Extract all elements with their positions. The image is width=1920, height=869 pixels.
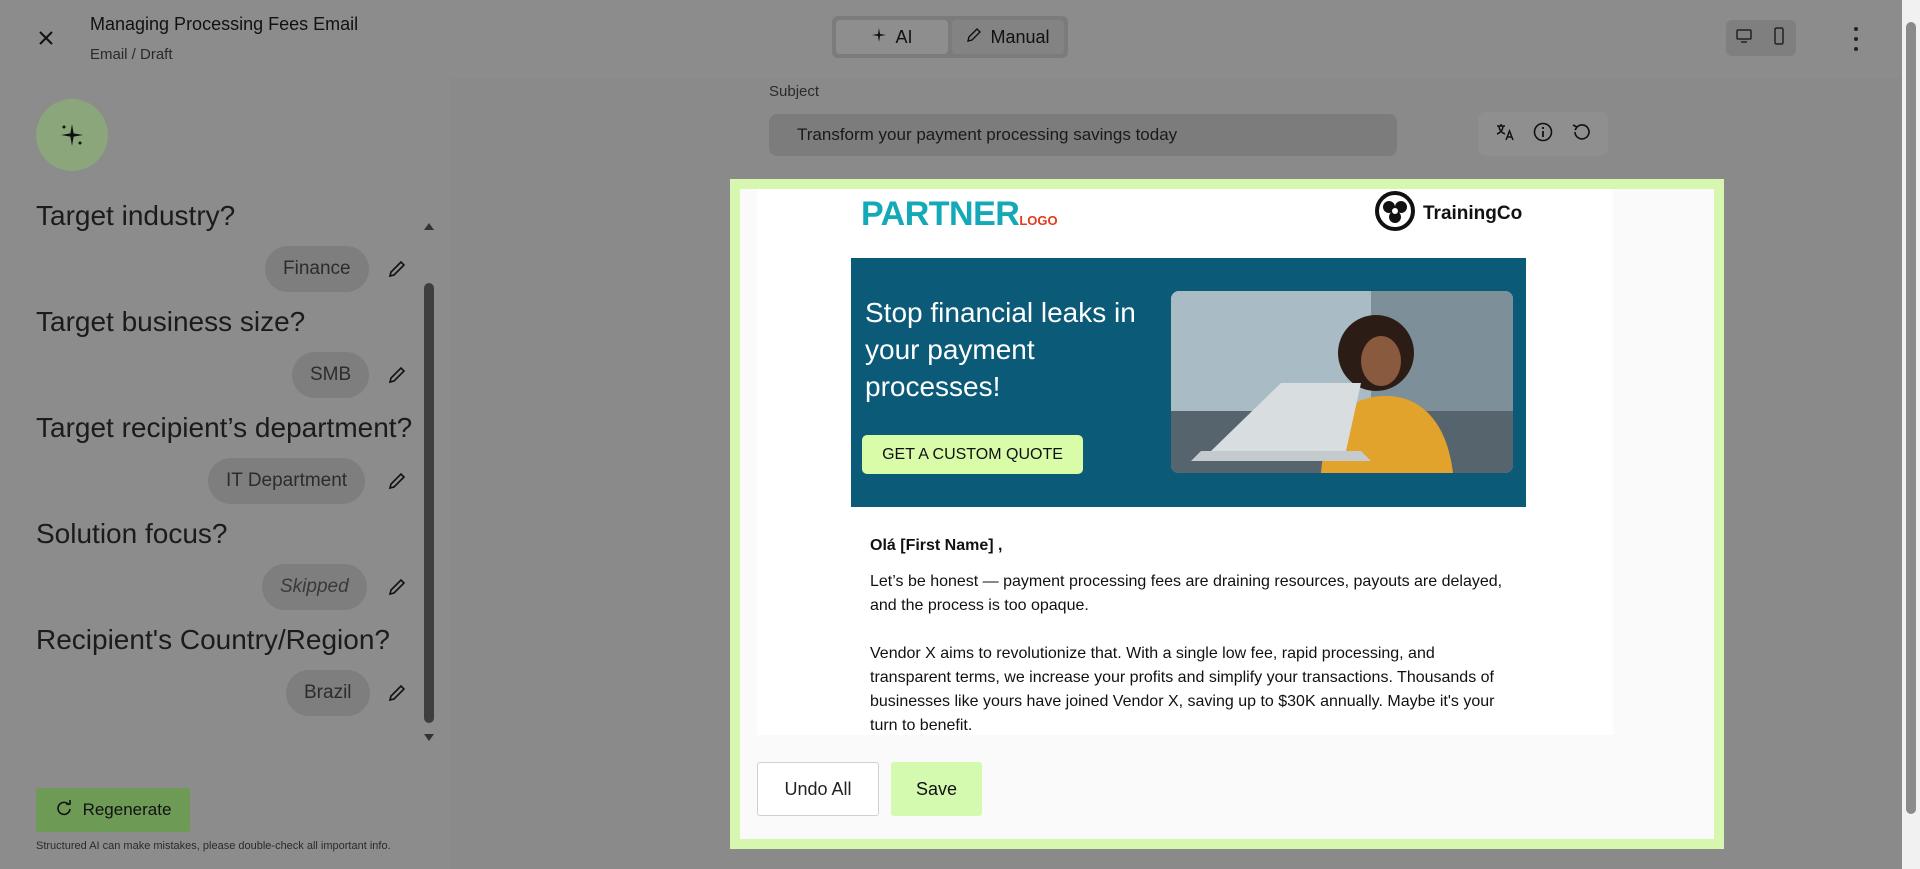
sidebar: Target industry? Finance Target business… bbox=[0, 78, 450, 869]
partner-logo-text: PARTNER bbox=[861, 195, 1020, 233]
question-list: Target industry? Finance Target business… bbox=[0, 200, 420, 730]
regenerate-button[interactable]: Regenerate bbox=[36, 788, 190, 832]
email-paragraph: Vendor X aims to revolutionize that. Wit… bbox=[870, 645, 1495, 734]
answer-chip: Finance bbox=[265, 246, 369, 292]
undo-all-button[interactable]: Undo All bbox=[757, 762, 879, 816]
manual-mode-button[interactable]: Manual bbox=[952, 20, 1064, 54]
question-item: Recipient's Country/Region? Brazil bbox=[0, 624, 420, 730]
page-scrollbar-thumb[interactable] bbox=[1906, 22, 1916, 814]
breadcrumb: Email / Draft bbox=[90, 46, 173, 63]
close-icon[interactable] bbox=[34, 26, 58, 50]
ai-assistant-icon bbox=[36, 99, 108, 171]
device-switch bbox=[1726, 20, 1796, 56]
question-label: Recipient's Country/Region? bbox=[36, 624, 390, 655]
email-preview[interactable]: PARTNERLOGO TrainingCo Stop financial le… bbox=[757, 189, 1613, 735]
hero-banner: Stop financial leaks in your payment pro… bbox=[851, 258, 1526, 507]
edit-pencil-icon[interactable] bbox=[386, 364, 408, 386]
pencil-icon bbox=[966, 27, 982, 48]
hero-title: Stop financial leaks in your payment pro… bbox=[865, 297, 1136, 402]
answer-chip-skipped: Skipped bbox=[262, 564, 367, 610]
partner-logo: PARTNERLOGO bbox=[861, 195, 1058, 234]
question-label: Target recipient’s department? bbox=[36, 412, 413, 443]
desktop-icon[interactable] bbox=[1735, 27, 1753, 50]
sparkle-icon bbox=[871, 27, 887, 48]
edit-pencil-icon[interactable] bbox=[386, 682, 408, 704]
save-button[interactable]: Save bbox=[891, 762, 982, 816]
hero-photo bbox=[1171, 291, 1513, 473]
question-label: Target business size? bbox=[36, 306, 306, 337]
question-item: Target recipient’s department? IT Depart… bbox=[0, 412, 420, 518]
page-scrollbar[interactable] bbox=[1902, 0, 1920, 869]
edit-pencil-icon[interactable] bbox=[386, 470, 408, 492]
edit-pencil-icon[interactable] bbox=[386, 258, 408, 280]
mode-switch: AI Manual bbox=[832, 16, 1068, 58]
email-paragraph: Let’s be honest — payment processing fee… bbox=[870, 573, 1503, 614]
question-label: Target industry? bbox=[36, 200, 236, 231]
email-editor-modal: PARTNERLOGO TrainingCo Stop financial le… bbox=[730, 179, 1724, 849]
mobile-icon[interactable] bbox=[1770, 26, 1788, 50]
brand-name: TrainingCo bbox=[1423, 203, 1523, 224]
ai-mode-label: AI bbox=[895, 26, 913, 47]
sidebar-scrollbar-thumb[interactable] bbox=[424, 283, 434, 723]
subject-input[interactable]: Transform your payment processing saving… bbox=[769, 114, 1397, 156]
history-icon[interactable] bbox=[1570, 121, 1592, 148]
email-greeting: Olá [First Name] , bbox=[870, 537, 1003, 554]
edit-pencil-icon[interactable] bbox=[386, 576, 408, 598]
more-options-icon[interactable] bbox=[1848, 24, 1864, 54]
refresh-icon bbox=[55, 799, 73, 822]
question-item: Target industry? Finance bbox=[0, 200, 420, 306]
answer-chip: Brazil bbox=[286, 670, 370, 716]
info-icon[interactable] bbox=[1532, 121, 1554, 148]
answer-chip: IT Department bbox=[208, 458, 366, 504]
question-label: Solution focus? bbox=[36, 518, 228, 549]
scroll-up-arrow-icon[interactable] bbox=[423, 218, 435, 230]
answer-chip: SMB bbox=[292, 352, 370, 398]
brand-logo: TrainingCo bbox=[1373, 189, 1522, 239]
page-title: Managing Processing Fees Email bbox=[90, 14, 359, 34]
ai-disclaimer: Structured AI can make mistakes, please … bbox=[36, 840, 391, 852]
manual-mode-label: Manual bbox=[990, 26, 1050, 47]
partner-logo-small: LOGO bbox=[1019, 213, 1058, 228]
subject-label: Subject bbox=[769, 83, 820, 100]
subject-toolbar bbox=[1478, 112, 1608, 156]
scroll-down-arrow-icon[interactable] bbox=[423, 730, 435, 741]
question-item: Target business size? SMB bbox=[0, 306, 420, 412]
custom-quote-button[interactable]: GET A CUSTOM QUOTE bbox=[862, 435, 1083, 474]
top-bar: Managing Processing Fees Email Email / D… bbox=[0, 0, 1902, 78]
brand-logo-icon bbox=[1373, 189, 1417, 239]
question-item: Solution focus? Skipped bbox=[0, 518, 420, 624]
translate-icon[interactable] bbox=[1494, 121, 1516, 148]
ai-mode-button[interactable]: AI bbox=[836, 20, 948, 54]
regenerate-label: Regenerate bbox=[82, 800, 172, 819]
email-body: Olá [First Name] , Let’s be honest — pay… bbox=[870, 534, 1510, 735]
